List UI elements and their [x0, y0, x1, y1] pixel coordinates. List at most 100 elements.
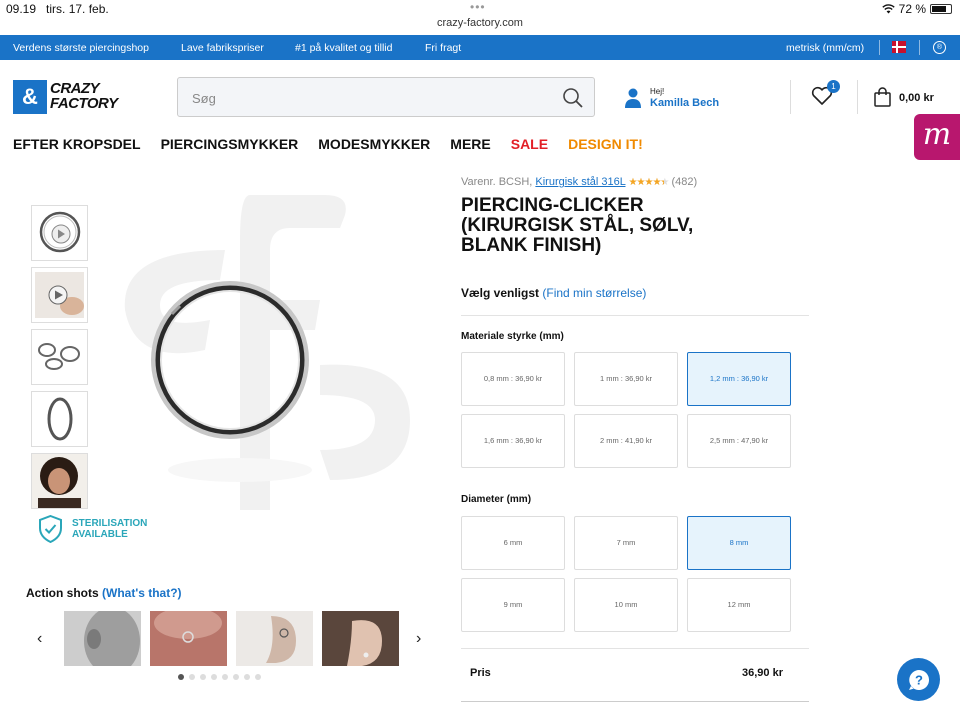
nav-item-body-part[interactable]: EFTER KROPSDEL — [13, 136, 141, 152]
thumbnail-three-rings[interactable] — [31, 329, 88, 385]
diameter-option[interactable]: 7 mm — [574, 516, 678, 570]
search-box[interactable] — [177, 77, 595, 117]
action-shot-2[interactable] — [150, 611, 227, 666]
status-bar: 09.19 tirs. 17. feb. ••• crazy-factory.c… — [0, 0, 960, 35]
wishlist-count-badge: 1 — [827, 80, 840, 93]
diameter-label: Diameter (mm) — [461, 494, 532, 505]
action-shot-4[interactable] — [322, 611, 399, 666]
carousel-dot[interactable] — [200, 674, 206, 680]
ring-body — [155, 285, 305, 435]
carousel-dots — [178, 674, 261, 680]
user-name: Kamilla Bech — [650, 97, 720, 109]
tab-dots-icon[interactable]: ••• — [470, 0, 486, 14]
sterilisation-text: STERILISATION AVAILABLE — [72, 518, 148, 540]
find-size-link[interactable]: (Find min størrelse) — [542, 286, 646, 300]
promo-item: Lave fabrikspriser — [181, 42, 264, 54]
divider — [790, 80, 791, 114]
search-input[interactable] — [192, 88, 552, 108]
nav-item-more[interactable]: MERE — [450, 136, 490, 152]
material-link[interactable]: Kirurgisk stål 316L — [535, 176, 625, 188]
status-indicators: 72 % — [881, 2, 952, 16]
ring-outer — [151, 281, 309, 439]
three-rings-image — [38, 343, 80, 370]
hand-video-icon — [35, 272, 84, 318]
thickness-option[interactable]: 1 mm : 36,90 kr — [574, 352, 678, 406]
carousel-dot[interactable] — [178, 674, 184, 680]
action-shot-1[interactable] — [64, 611, 141, 666]
diameter-option[interactable]: 12 mm — [687, 578, 791, 632]
status-time: 09.19 tirs. 17. feb. — [6, 2, 109, 16]
model-portrait-image — [32, 454, 87, 508]
diameter-option[interactable]: 10 mm — [574, 578, 678, 632]
whats-that-link[interactable]: (What's that?) — [102, 586, 182, 600]
carousel-dot[interactable] — [189, 674, 195, 680]
nav-item-fashion-jewelry[interactable]: MODESMYKKER — [318, 136, 430, 152]
ring-side-view-image — [47, 397, 73, 441]
thumbnail-side-view[interactable] — [31, 391, 88, 447]
promo-bar: Verdens største piercingshop Lave fabrik… — [0, 35, 960, 60]
units-switch[interactable]: metrisk (mm/cm) — [786, 42, 864, 54]
thickness-option[interactable]: 1,2 mm : 36,90 kr — [687, 352, 791, 406]
carousel-dot[interactable] — [233, 674, 239, 680]
shopping-bag-icon[interactable] — [874, 87, 891, 107]
url-bar[interactable]: crazy-factory.com — [0, 17, 960, 29]
greeting: Hej! — [650, 87, 665, 96]
sku-line: Varenr. BCSH, Kirurgisk stål 316L ★★★★★ ★… — [461, 176, 698, 188]
carousel-dot[interactable] — [222, 674, 228, 680]
review-count[interactable]: (482) — [671, 176, 697, 188]
rating-stars-icon[interactable]: ★★★★★★★★★★ — [629, 177, 670, 188]
thickness-option[interactable]: 1,6 mm : 36,90 kr — [461, 414, 565, 468]
action-shots-heading: Action shots (What's that?) — [26, 586, 182, 600]
shield-check-icon — [39, 515, 62, 543]
divider — [461, 648, 809, 649]
diameter-option[interactable]: 9 mm — [461, 578, 565, 632]
thumbnail-model[interactable] — [31, 453, 88, 509]
divider — [919, 40, 920, 55]
diameter-option[interactable]: 8 mm — [687, 516, 791, 570]
diameter-option[interactable]: 6 mm — [461, 516, 565, 570]
logo-mark: & — [13, 80, 47, 114]
promo-item: #1 på kvalitet og tillid — [295, 42, 393, 54]
chevron-left-icon[interactable]: ‹ — [37, 630, 42, 648]
thickness-option[interactable]: 0,8 mm : 36,90 kr — [461, 352, 565, 406]
svg-text:?: ? — [915, 673, 923, 688]
price-label: Pris — [470, 667, 491, 679]
wifi-icon — [881, 4, 895, 14]
play-video-icon — [39, 211, 81, 253]
product-title: PIERCING-CLICKER (KIRURGISK STÅL, SØLV, … — [461, 195, 694, 256]
ring-shadow — [168, 458, 312, 482]
promo-item: Fri fragt — [425, 42, 462, 54]
danish-flag-icon[interactable] — [892, 41, 906, 53]
divider — [461, 315, 809, 316]
divider — [879, 40, 880, 55]
divider — [461, 701, 809, 702]
chat-button[interactable]: ? — [897, 658, 940, 701]
price-value: 36,90 kr — [742, 667, 783, 679]
thickness-option[interactable]: 2 mm : 41,90 kr — [574, 414, 678, 468]
carousel-dot[interactable] — [244, 674, 250, 680]
battery-icon — [930, 4, 952, 14]
nav-item-design-it[interactable]: DESIGN IT! — [568, 136, 643, 152]
info-circle-icon[interactable]: ® — [933, 41, 946, 54]
thumbnail-video-2[interactable] — [31, 267, 88, 323]
nav-item-sale[interactable]: SALE — [511, 136, 548, 152]
main-nav: EFTER KROPSDEL PIERCINGSMYKKER MODESMYKK… — [13, 136, 643, 152]
cart-total[interactable]: 0,00 kr — [899, 92, 934, 104]
battery-level: 72 % — [898, 2, 926, 16]
product-main-image[interactable] — [110, 180, 440, 530]
thickness-label: Materiale styrke (mm) — [461, 331, 564, 342]
action-shot-3[interactable] — [236, 611, 313, 666]
side-badge-button[interactable]: m — [914, 114, 960, 160]
nav-item-piercing-jewelry[interactable]: PIERCINGSMYKKER — [161, 136, 299, 152]
chevron-right-icon[interactable]: › — [416, 630, 421, 648]
search-icon[interactable] — [562, 87, 584, 109]
choose-size-row: Vælg venligst (Find min størrelse) — [461, 286, 647, 300]
thickness-option[interactable]: 2,5 mm : 47,90 kr — [687, 414, 791, 468]
carousel-dot[interactable] — [211, 674, 217, 680]
thumbnail-video-1[interactable] — [31, 205, 88, 261]
carousel-dot[interactable] — [255, 674, 261, 680]
promo-item: Verdens største piercingshop — [13, 42, 149, 54]
logo-text: CRAZY FACTORY — [50, 80, 118, 112]
crazy-factory-logo[interactable]: & CRAZY FACTORY — [13, 80, 119, 114]
ring-highlight — [160, 290, 300, 430]
